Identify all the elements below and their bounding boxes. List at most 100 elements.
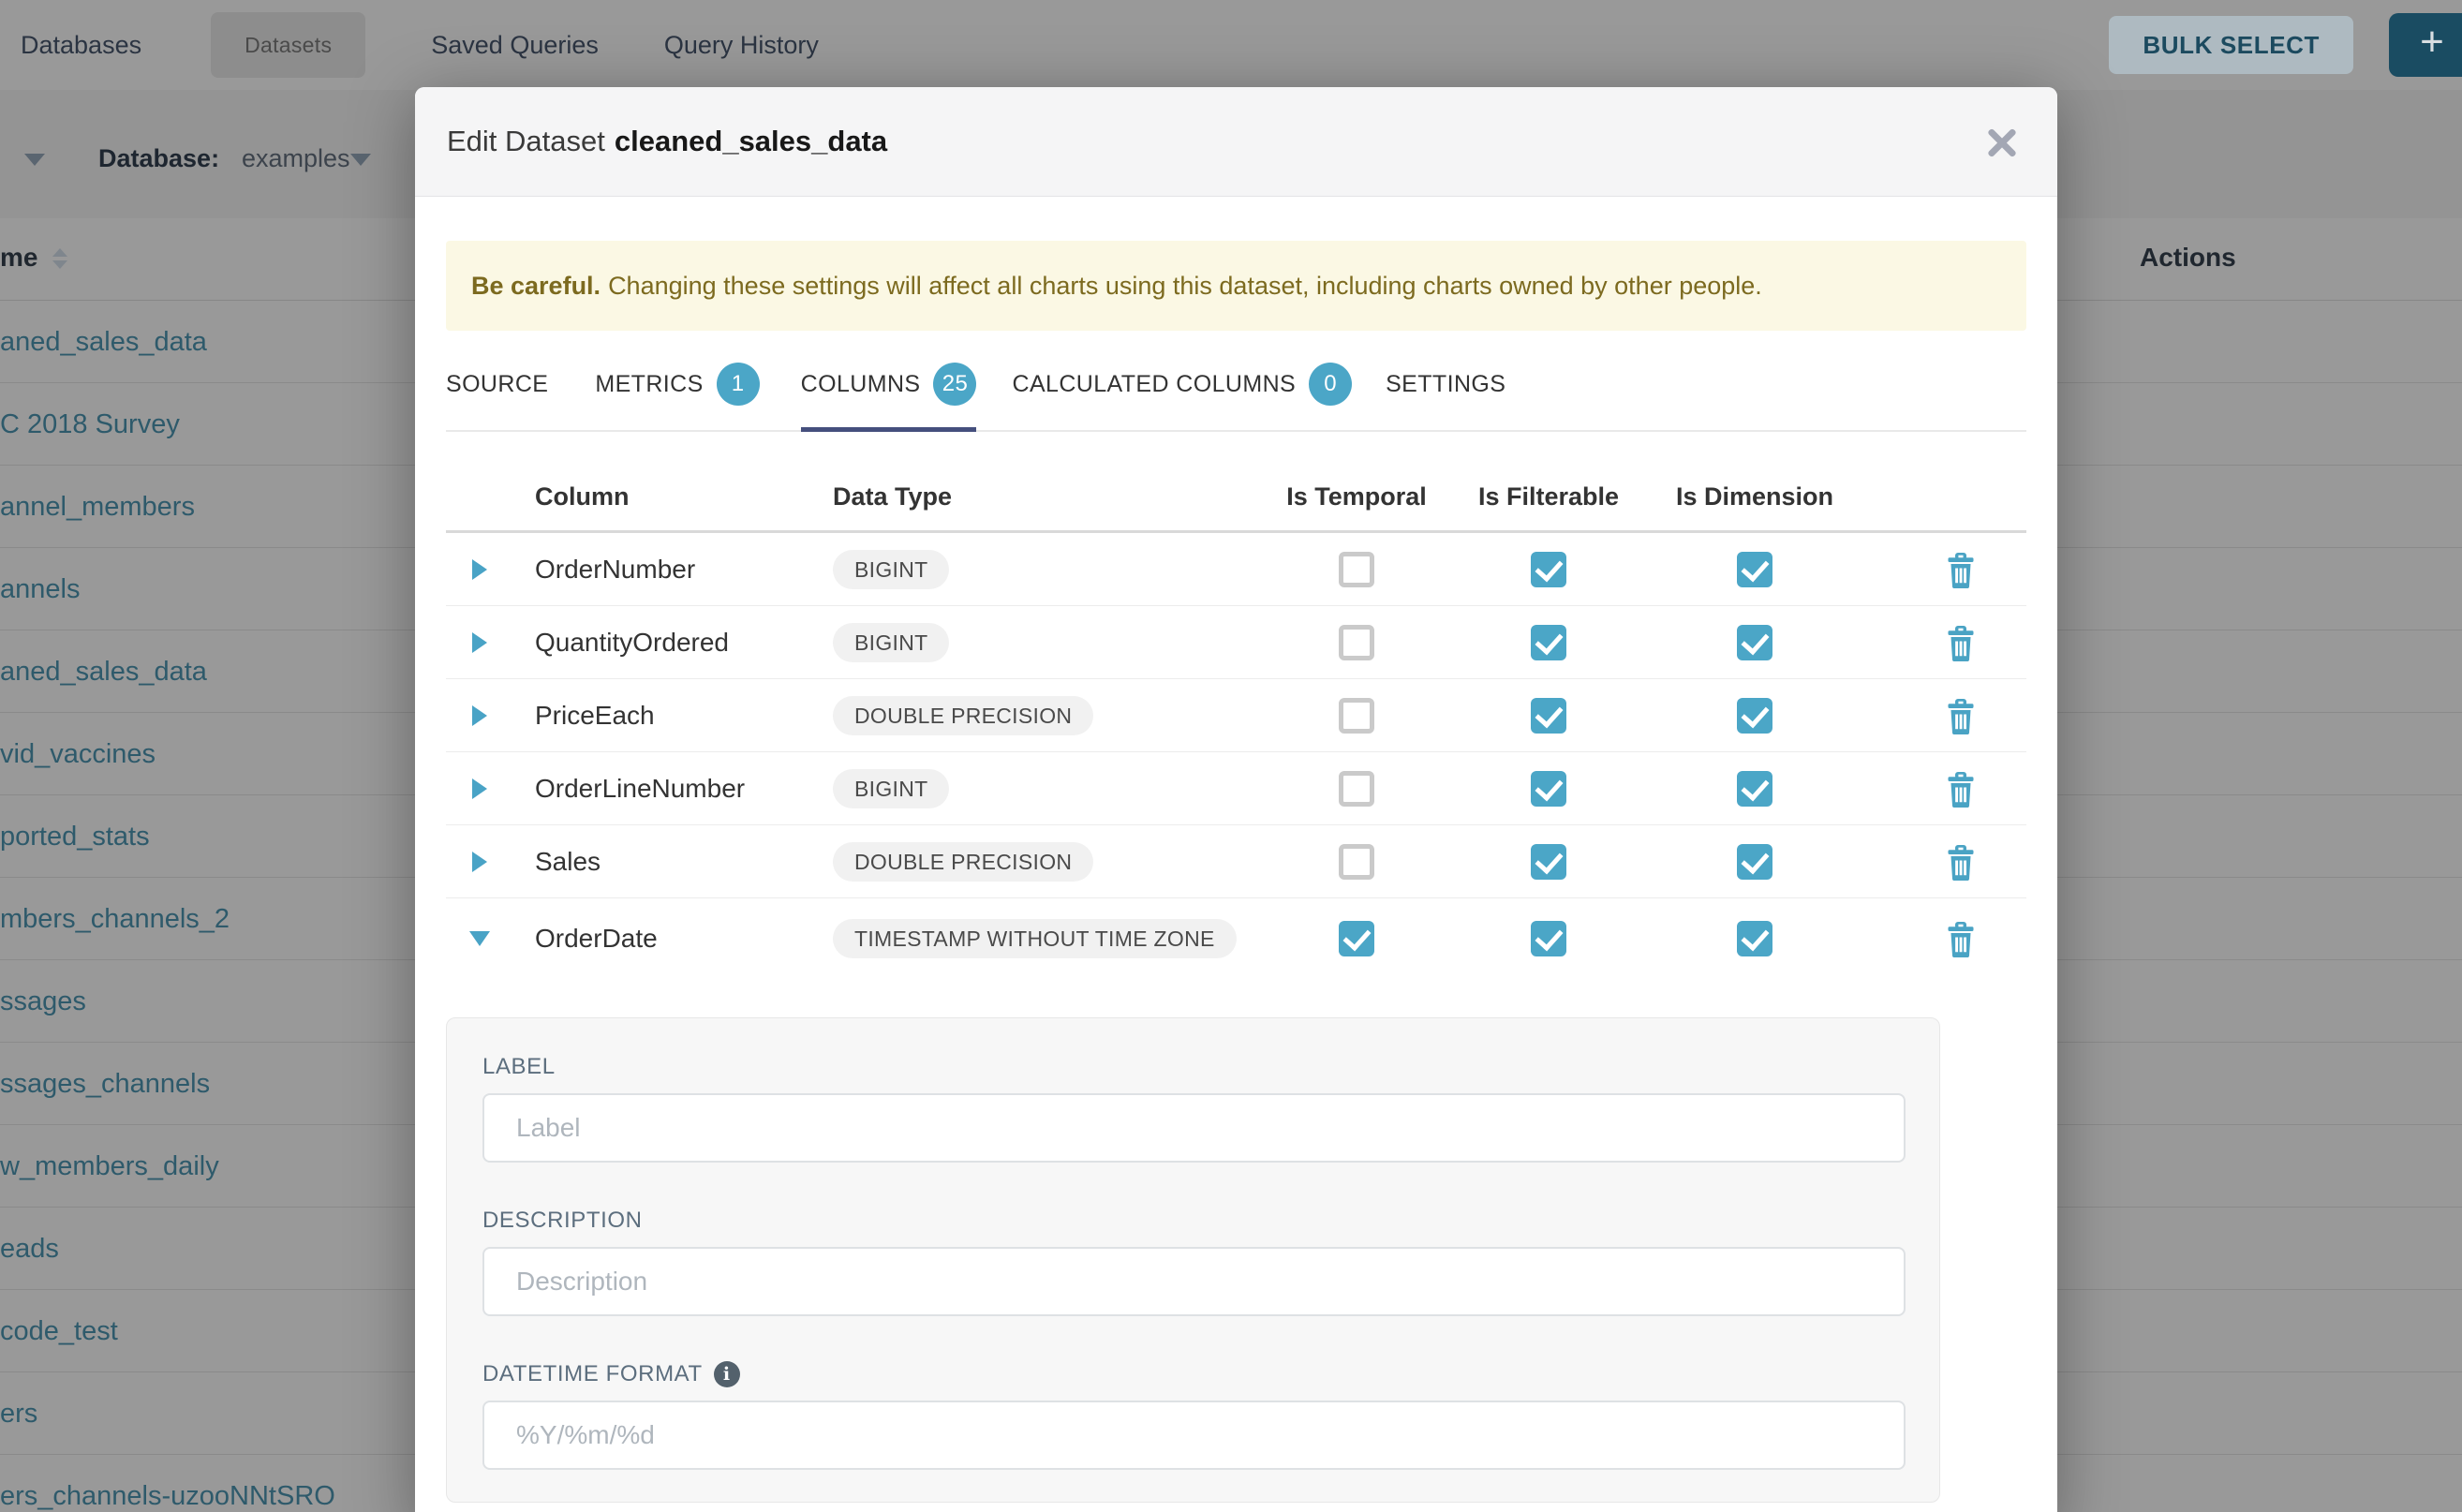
is-dimension-checkbox[interactable] bbox=[1737, 552, 1772, 587]
dataset-link[interactable]: mbers_channels_2 bbox=[0, 878, 230, 960]
tab-source[interactable]: SOURCE bbox=[446, 365, 548, 422]
warning-text: Changing these settings will affect all … bbox=[608, 272, 1762, 301]
modal-title: Edit Datasetcleaned_sales_data bbox=[447, 125, 887, 158]
info-icon[interactable]: i bbox=[714, 1361, 740, 1387]
is-filterable-checkbox[interactable] bbox=[1531, 552, 1566, 587]
columns-count-badge: 25 bbox=[933, 363, 976, 406]
expand-caret-icon[interactable] bbox=[472, 632, 487, 653]
data-type-badge: BIGINT bbox=[833, 769, 949, 808]
dataset-link[interactable]: vid_vaccines bbox=[0, 713, 156, 795]
table-row: PriceEach DOUBLE PRECISION bbox=[446, 679, 2026, 752]
description-field-label: DESCRIPTION bbox=[482, 1208, 1904, 1234]
is-temporal-checkbox[interactable] bbox=[1339, 771, 1374, 807]
data-type-badge: BIGINT bbox=[833, 550, 949, 589]
expand-caret-icon[interactable] bbox=[472, 705, 487, 726]
table-row: OrderNumber BIGINT bbox=[446, 533, 2026, 606]
column-name: PriceEach bbox=[513, 701, 823, 731]
is-temporal-checkbox[interactable] bbox=[1339, 625, 1374, 660]
dataset-link[interactable]: ssages bbox=[0, 960, 86, 1043]
is-filterable-checkbox[interactable] bbox=[1531, 771, 1566, 807]
nav-tab-datasets[interactable]: Datasets bbox=[211, 12, 365, 78]
data-type-badge: BIGINT bbox=[833, 623, 949, 662]
is-filterable-checkbox[interactable] bbox=[1531, 698, 1566, 734]
table-row: OrderDate TIMESTAMP WITHOUT TIME ZONE bbox=[446, 898, 2026, 979]
nav-tab-databases[interactable]: Databases bbox=[21, 31, 141, 60]
expand-caret-icon[interactable] bbox=[472, 778, 487, 799]
is-temporal-checkbox[interactable] bbox=[1339, 844, 1374, 880]
bulk-select-button[interactable]: BULK SELECT bbox=[2109, 16, 2353, 74]
expand-caret-icon[interactable] bbox=[472, 559, 487, 580]
is-dimension-header: Is Dimension bbox=[1647, 482, 1862, 511]
is-dimension-checkbox[interactable] bbox=[1737, 771, 1772, 807]
column-name: OrderLineNumber bbox=[513, 774, 823, 804]
is-dimension-checkbox[interactable] bbox=[1737, 844, 1772, 880]
is-temporal-checkbox[interactable] bbox=[1339, 921, 1374, 956]
is-dimension-checkbox[interactable] bbox=[1737, 625, 1772, 660]
dataset-link[interactable]: ers bbox=[0, 1372, 37, 1455]
description-input[interactable] bbox=[482, 1247, 1906, 1316]
nav-tab-query-history[interactable]: Query History bbox=[664, 31, 819, 60]
tab-metrics[interactable]: METRICS1 bbox=[595, 357, 759, 430]
dataset-link[interactable]: annels bbox=[0, 548, 80, 630]
actions-column-header: Actions bbox=[2140, 243, 2236, 273]
datetime-format-input[interactable] bbox=[482, 1401, 1906, 1470]
is-dimension-checkbox[interactable] bbox=[1737, 698, 1772, 734]
dataset-link[interactable]: C 2018 Survey bbox=[0, 383, 180, 466]
table-row: QuantityOrdered BIGINT bbox=[446, 606, 2026, 679]
dataset-link[interactable]: eads bbox=[0, 1208, 59, 1290]
tab-calculated-columns[interactable]: CALCULATED COLUMNS0 bbox=[1012, 357, 1352, 430]
datasets-page: { "nav": { "items": [ { "label": "Databa… bbox=[0, 0, 2462, 1512]
name-column-header[interactable]: me bbox=[0, 243, 37, 273]
table-row: Sales DOUBLE PRECISION bbox=[446, 825, 2026, 898]
is-filterable-checkbox[interactable] bbox=[1531, 844, 1566, 880]
trash-icon[interactable] bbox=[1944, 920, 1978, 957]
trash-icon[interactable] bbox=[1944, 551, 1978, 588]
is-filterable-checkbox[interactable] bbox=[1531, 625, 1566, 660]
dataset-link[interactable]: ers_channels-uzooNNtSRO bbox=[0, 1455, 335, 1512]
is-filterable-checkbox[interactable] bbox=[1531, 921, 1566, 956]
is-dimension-checkbox[interactable] bbox=[1737, 921, 1772, 956]
label-input[interactable] bbox=[482, 1093, 1906, 1163]
column-name: Sales bbox=[513, 847, 823, 877]
label-field-label: LABEL bbox=[482, 1054, 1904, 1080]
metrics-count-badge: 1 bbox=[717, 363, 760, 406]
close-icon[interactable] bbox=[1986, 126, 2018, 158]
calculated-columns-count-badge: 0 bbox=[1309, 363, 1352, 406]
dataset-link[interactable]: code_test bbox=[0, 1290, 118, 1372]
trash-icon[interactable] bbox=[1944, 624, 1978, 661]
warning-bold: Be careful. bbox=[471, 272, 601, 301]
column-name: OrderDate bbox=[513, 924, 823, 954]
description-field-group: DESCRIPTION bbox=[482, 1208, 1904, 1316]
dataset-name: cleaned_sales_data bbox=[615, 125, 887, 157]
dataset-link[interactable]: aned_sales_data bbox=[0, 301, 207, 383]
data-type-header: Data Type bbox=[823, 482, 1263, 511]
chevron-down-icon[interactable] bbox=[24, 154, 45, 166]
collapse-caret-icon[interactable] bbox=[469, 931, 490, 946]
dataset-link[interactable]: ported_stats bbox=[0, 795, 150, 878]
column-name: QuantityOrdered bbox=[513, 628, 823, 658]
expand-caret-icon[interactable] bbox=[472, 852, 487, 872]
dataset-link[interactable]: ssages_channels bbox=[0, 1043, 210, 1125]
is-temporal-header: Is Temporal bbox=[1263, 482, 1450, 511]
tab-settings[interactable]: SETTINGS bbox=[1386, 365, 1505, 422]
trash-icon[interactable] bbox=[1944, 697, 1978, 734]
warning-banner: Be careful. Changing these settings will… bbox=[446, 241, 2026, 331]
is-temporal-checkbox[interactable] bbox=[1339, 552, 1374, 587]
chevron-down-icon[interactable] bbox=[350, 154, 371, 166]
add-dataset-button[interactable]: + bbox=[2389, 13, 2462, 77]
dataset-link[interactable]: aned_sales_data bbox=[0, 630, 207, 713]
modal-header: Edit Datasetcleaned_sales_data bbox=[415, 87, 2057, 197]
trash-icon[interactable] bbox=[1944, 770, 1978, 808]
dataset-link[interactable]: annel_members bbox=[0, 466, 195, 548]
database-filter-label: Database: bbox=[98, 144, 219, 173]
datetime-format-field-group: DATETIME FORMAT i bbox=[482, 1361, 1904, 1470]
trash-icon[interactable] bbox=[1944, 843, 1978, 881]
sort-icon[interactable] bbox=[52, 248, 67, 269]
columns-table-header: Column Data Type Is Temporal Is Filterab… bbox=[446, 464, 2026, 533]
dataset-link[interactable]: w_members_daily bbox=[0, 1125, 219, 1208]
is-temporal-checkbox[interactable] bbox=[1339, 698, 1374, 734]
edit-dataset-modal: Edit Datasetcleaned_sales_data Be carefu… bbox=[415, 87, 2057, 1512]
database-filter-value[interactable]: examples bbox=[242, 144, 350, 173]
tab-columns[interactable]: COLUMNS25 bbox=[801, 357, 977, 430]
nav-tab-saved-queries[interactable]: Saved Queries bbox=[431, 31, 599, 60]
